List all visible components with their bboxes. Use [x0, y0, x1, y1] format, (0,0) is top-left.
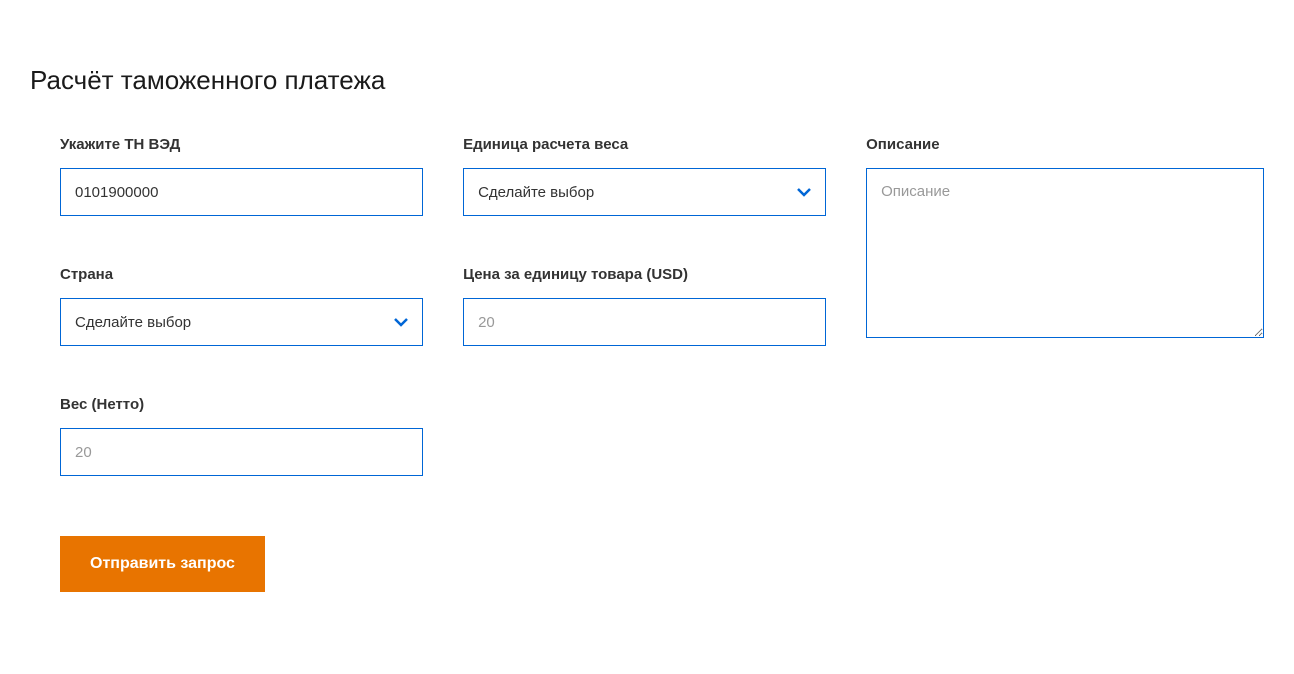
weight-unit-field-group: Единица расчета веса Сделайте выбор — [463, 136, 826, 216]
chevron-down-icon — [394, 315, 408, 329]
tn-ved-field-group: Укажите ТН ВЭД — [60, 136, 423, 216]
description-textarea[interactable] — [866, 168, 1264, 338]
column-2: Единица расчета веса Сделайте выбор Цена… — [463, 136, 826, 592]
weight-unit-select-text: Сделайте выбор — [478, 184, 797, 201]
submit-button[interactable]: Отправить запрос — [60, 536, 265, 592]
weight-net-field-group: Вес (Нетто) — [60, 396, 423, 476]
country-label: Страна — [60, 266, 423, 283]
description-label: Описание — [866, 136, 1264, 153]
weight-net-label: Вес (Нетто) — [60, 396, 423, 413]
column-1: Укажите ТН ВЭД Страна Сделайте выбор Вес… — [60, 136, 423, 592]
price-per-unit-label: Цена за единицу товара (USD) — [463, 266, 826, 283]
tn-ved-label: Укажите ТН ВЭД — [60, 136, 423, 153]
column-3: Описание — [866, 136, 1264, 592]
country-select[interactable]: Сделайте выбор — [60, 298, 423, 346]
price-per-unit-field-group: Цена за единицу товара (USD) — [463, 266, 826, 346]
page-title: Расчёт таможенного платежа — [30, 65, 1264, 96]
description-field-group: Описание — [866, 136, 1264, 338]
form-container: Укажите ТН ВЭД Страна Сделайте выбор Вес… — [60, 136, 1264, 592]
chevron-down-icon — [797, 185, 811, 199]
price-per-unit-input[interactable] — [463, 298, 826, 346]
weight-unit-select[interactable]: Сделайте выбор — [463, 168, 826, 216]
weight-unit-label: Единица расчета веса — [463, 136, 826, 153]
country-field-group: Страна Сделайте выбор — [60, 266, 423, 346]
country-select-text: Сделайте выбор — [75, 314, 394, 331]
weight-net-input[interactable] — [60, 428, 423, 476]
tn-ved-input[interactable] — [60, 168, 423, 216]
